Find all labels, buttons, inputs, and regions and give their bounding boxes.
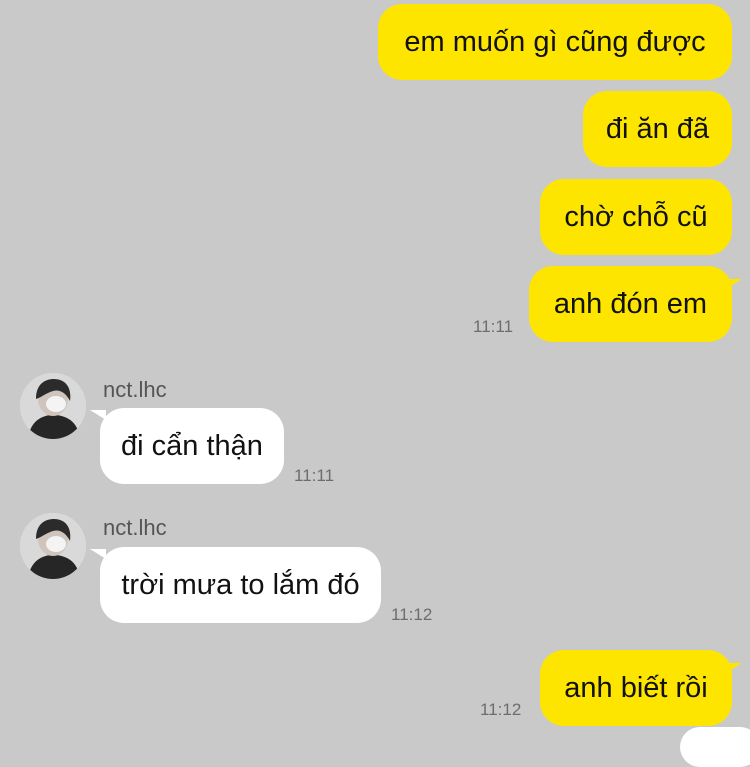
outgoing-message-bubble[interactable]: anh đón em [529, 266, 732, 342]
incoming-message-bubble[interactable]: đi cẩn thận [100, 408, 284, 484]
bubble-tail [90, 549, 106, 559]
avatar-photo-icon [20, 373, 86, 439]
outgoing-message-bubble[interactable]: chờ chỗ cũ [540, 179, 732, 255]
outgoing-message-bubble[interactable]: anh biết rồi [540, 650, 732, 726]
bubble-tail [726, 663, 742, 673]
bubble-tail [90, 410, 106, 420]
message-timestamp: 11:11 [294, 466, 335, 485]
message-text: đi cẩn thận [121, 429, 263, 462]
bubble-tail [726, 279, 742, 289]
partial-message-bubble [680, 727, 750, 767]
incoming-message-bubble[interactable]: trời mưa to lắm đó [100, 547, 381, 623]
message-timestamp: 11:11 [473, 317, 514, 336]
outgoing-message-bubble[interactable]: em muốn gì cũng được [378, 4, 732, 80]
sender-name: nct.lhc [103, 377, 167, 402]
message-timestamp: 11:12 [391, 605, 433, 624]
sender-avatar[interactable] [20, 373, 86, 439]
sender-name: nct.lhc [103, 515, 167, 540]
outgoing-message-bubble[interactable]: đi ăn đã [583, 91, 732, 167]
message-text: đi ăn đã [605, 112, 710, 145]
message-text: em muốn gì cũng được [404, 25, 706, 58]
message-text: chờ chỗ cũ [564, 200, 708, 233]
sender-avatar[interactable] [20, 513, 86, 579]
message-text: anh biết rồi [564, 671, 708, 704]
message-text: trời mưa to lắm đó [121, 568, 360, 601]
message-timestamp: 11:12 [480, 700, 522, 719]
avatar-photo-icon [20, 513, 86, 579]
message-text: anh đón em [553, 287, 708, 320]
